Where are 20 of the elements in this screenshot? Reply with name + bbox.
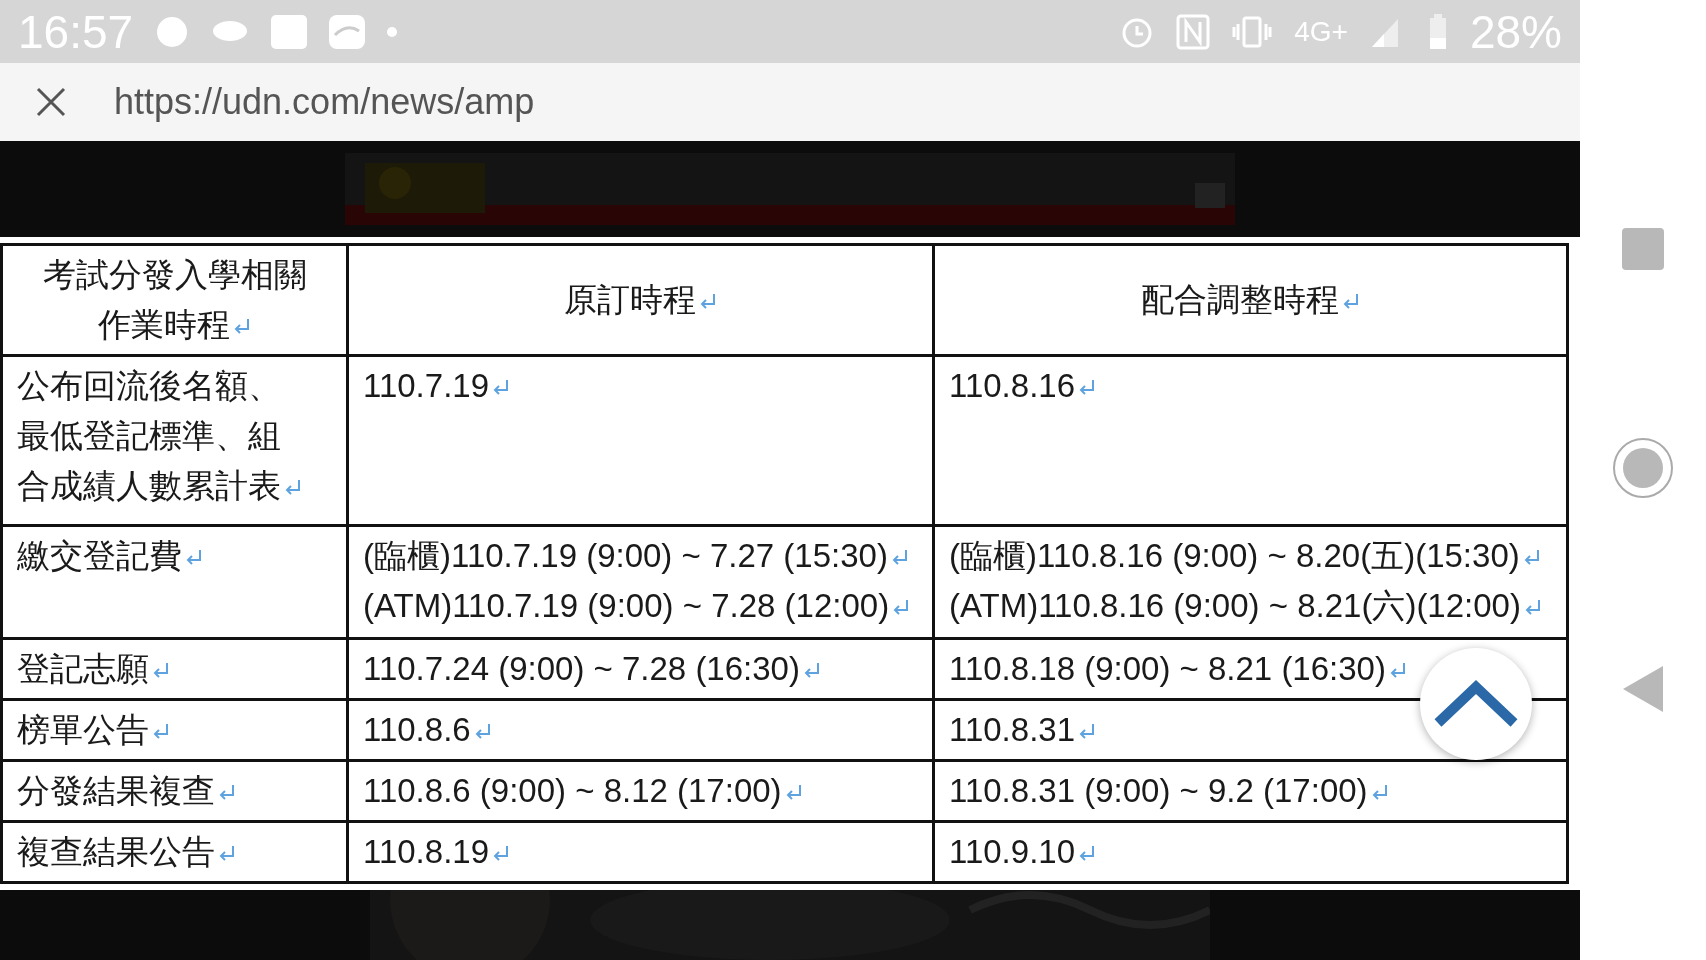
table-cell: 複查結果公告: [1, 821, 348, 883]
table-cell: 110.7.19: [347, 355, 934, 526]
table-cell: 110.8.16: [933, 355, 1568, 526]
table-cell: (臨櫃)110.7.19 (9:00) ~ 7.27 (15:30) (ATM)110.7.19 (9:00) ~ 7.28 (12:00): [347, 525, 934, 639]
table-cell: 分發結果複查: [1, 760, 348, 822]
table-cell: 110.7.24 (9:00) ~ 7.28 (16:30): [347, 638, 934, 700]
column-header: 原訂時程: [347, 244, 934, 356]
column-header: 考試分發入學相關 作業時程: [1, 244, 348, 356]
column-header: 配合調整時程: [933, 244, 1568, 356]
table-cell: 公布回流後名額、 最低登記標準、組 合成績人數累計表: [1, 355, 348, 526]
table-cell: 110.8.31 (9:00) ~ 9.2 (17:00): [933, 760, 1568, 822]
table-cell: (臨櫃)110.8.16 (9:00) ~ 8.20(五)(15:30) (ATM)110.8.16 (9:00) ~ 8.21(六)(12:00): [933, 525, 1568, 639]
page-url: https://udn.com/news/amp: [114, 81, 535, 123]
table-cell: 110.8.6 (9:00) ~ 8.12 (17:00): [347, 760, 934, 822]
table-cell: 登記志願: [1, 638, 348, 700]
table-cell: 榜單公告: [1, 699, 348, 761]
table-cell: 110.8.6: [347, 699, 934, 761]
table-cell: 繳交登記費: [1, 525, 348, 639]
table-cell: 110.9.10: [933, 821, 1568, 883]
table-cell: 110.8.19: [347, 821, 934, 883]
